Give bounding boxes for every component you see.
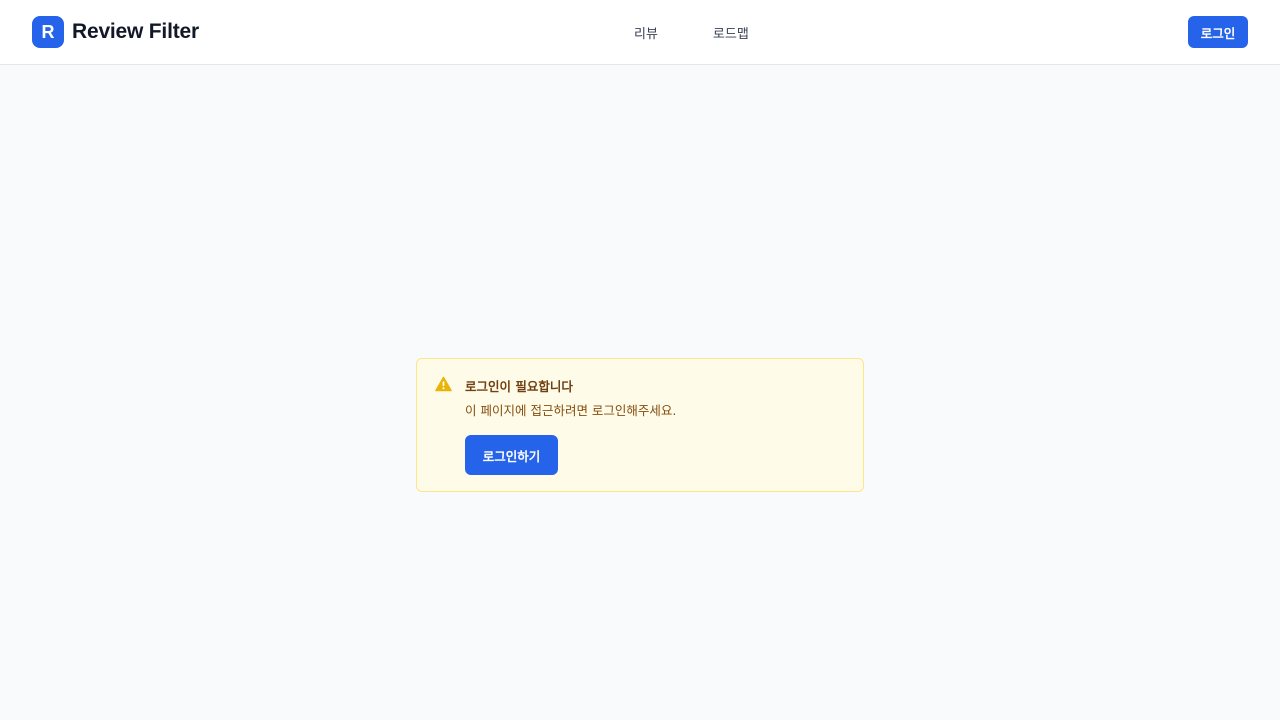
header-login-button[interactable]: 로그인 (1188, 16, 1248, 48)
alert-title: 로그인이 필요합니다 (465, 379, 573, 394)
main-nav: 리뷰 로드맵 (634, 22, 749, 42)
login-button[interactable]: 로그인하기 (465, 435, 558, 475)
logo-link[interactable]: R Review Filter (32, 16, 199, 48)
logo-text: Review Filter (72, 20, 199, 43)
top-header: R Review Filter 리뷰 로드맵 로그인 (0, 0, 1280, 65)
login-required-alert: 로그인이 필요합니다 이 페이지에 접근하려면 로그인해주세요. 로그인하기 (416, 358, 864, 492)
warning-icon (435, 376, 452, 392)
alert-message: 이 페이지에 접근하려면 로그인해주세요. (465, 403, 677, 418)
nav-item-roadmap[interactable]: 로드맵 (713, 23, 749, 42)
logo-mark: R (32, 16, 64, 48)
nav-item-reviews[interactable]: 리뷰 (634, 23, 658, 42)
